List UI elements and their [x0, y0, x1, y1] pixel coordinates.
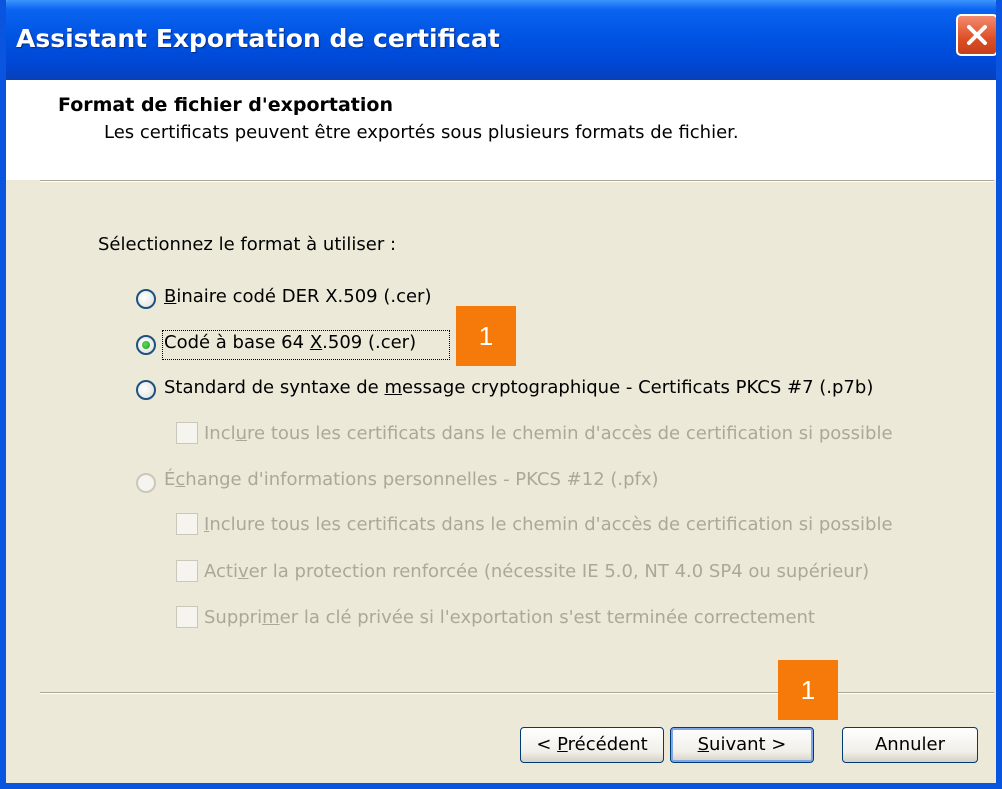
wizard-header: Format de fichier d'exportation Les cert… [6, 80, 996, 180]
option-base64-label[interactable]: Codé à base 64 X.509 (.cer) [164, 332, 416, 353]
option-pfx-strong-protection-label: Activer la protection renforcée (nécessi… [204, 561, 870, 582]
radio-pkcs7[interactable] [136, 380, 156, 400]
close-x-icon [967, 25, 987, 45]
radio-pfx[interactable] [136, 473, 156, 493]
checkbox-pfx-strong-protection[interactable] [176, 560, 198, 582]
close-button[interactable] [956, 14, 996, 56]
option-pfx-delete-key-label: Supprimer la clé privée si l'exportation… [204, 607, 815, 628]
checkbox-pfx-include[interactable] [176, 513, 198, 535]
header-divider [40, 180, 994, 182]
radio-selected-dot [142, 341, 150, 349]
radio-der[interactable] [136, 289, 156, 309]
format-prompt: Sélectionnez le format à utiliser : [98, 234, 397, 255]
option-pfx-label: Échange d'informations personnelles - PK… [164, 469, 659, 490]
option-der-label[interactable]: Binaire codé DER X.509 (.cer) [164, 286, 431, 307]
footer-divider [40, 692, 994, 694]
title-bar[interactable]: Assistant Exportation de certificat [6, 0, 996, 80]
next-button[interactable]: Suivant > [670, 727, 814, 763]
back-button[interactable]: < Précédent [520, 727, 664, 763]
checkbox-pkcs7-include[interactable] [176, 422, 198, 444]
option-pkcs7-label[interactable]: Standard de syntaxe de message cryptogra… [164, 377, 873, 398]
cancel-button[interactable]: Annuler [842, 727, 978, 763]
option-pkcs7-include-label: Inclure tous les certificats dans le che… [204, 423, 893, 444]
header-title: Format de fichier d'exportation [58, 94, 393, 116]
option-pfx-include-label: Inclure tous les certificats dans le che… [204, 514, 893, 535]
next-marker-badge: 1 [778, 660, 838, 720]
option-marker-badge: 1 [456, 306, 516, 366]
window-title: Assistant Exportation de certificat [16, 24, 500, 53]
checkbox-pfx-delete-key[interactable] [176, 606, 198, 628]
export-certificate-wizard: Assistant Exportation de certificat Form… [0, 0, 1002, 789]
header-subtitle: Les certificats peuvent être exportés so… [104, 122, 739, 143]
radio-base64[interactable] [136, 335, 156, 355]
